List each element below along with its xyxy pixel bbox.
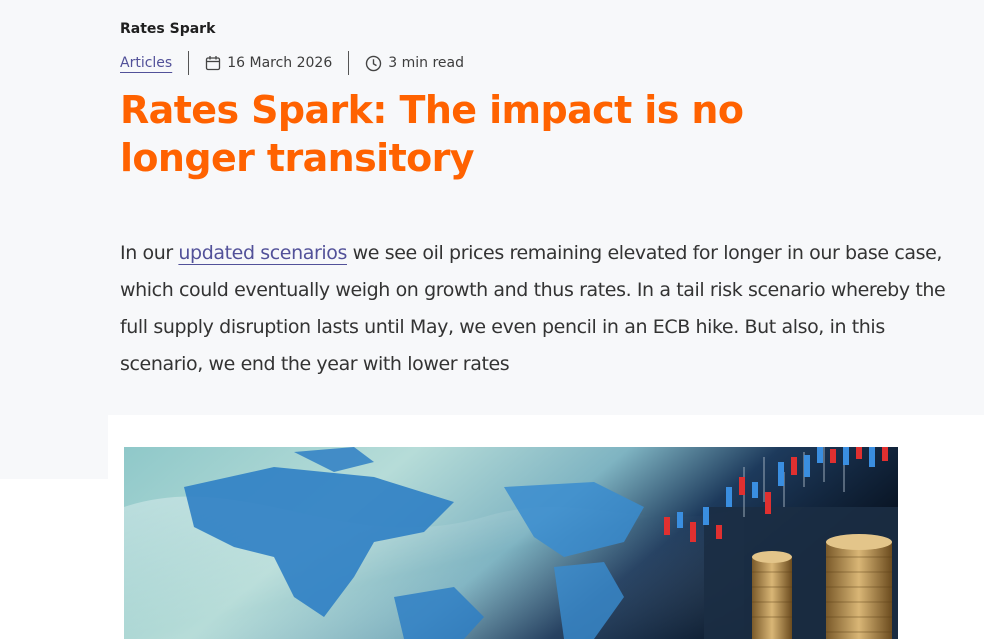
publish-date: 16 March 2026 (227, 55, 333, 71)
clock-icon (365, 55, 382, 72)
article-lead: In our updated scenarios we see oil pric… (120, 235, 966, 383)
article-title: Rates Spark: The impact is no longer tra… (120, 88, 744, 180)
lead-prefix: In our (120, 242, 179, 264)
read-time: 3 min read (388, 55, 464, 71)
calendar-icon (205, 55, 221, 71)
hero-image (124, 447, 898, 639)
series-label: Rates Spark (120, 21, 216, 37)
meta-divider (348, 51, 350, 75)
updated-scenarios-link[interactable]: updated scenarios (178, 242, 347, 264)
header-background-extension (0, 415, 108, 479)
meta-divider (188, 51, 190, 75)
article-meta: Articles 16 March 2026 3 min read (120, 50, 464, 76)
category-link[interactable]: Articles (120, 55, 172, 71)
read-time-item: 3 min read (365, 55, 464, 72)
date-item: 16 March 2026 (205, 55, 332, 71)
